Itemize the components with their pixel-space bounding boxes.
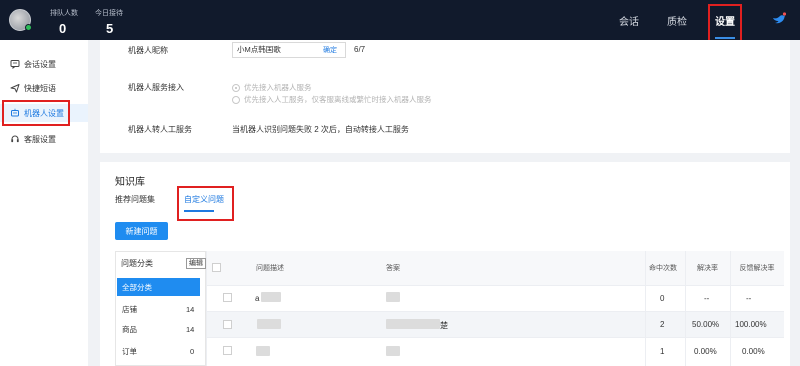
- today-stat: 今日接待 5: [95, 8, 123, 36]
- nav-quality[interactable]: 质检: [667, 0, 687, 40]
- nickname-label: 机器人昵称: [128, 46, 168, 55]
- nav-chat[interactable]: 会话: [619, 0, 639, 40]
- cell-resolve-rate: 50.00%: [692, 320, 720, 329]
- divider: [206, 311, 784, 312]
- cell-feedback-rate: --: [746, 294, 752, 303]
- redacted-text: [386, 319, 440, 329]
- redacted-text: [256, 346, 270, 356]
- divider: [645, 251, 646, 366]
- cell-feedback-rate: 100.00%: [735, 320, 767, 329]
- column-header-description: 问题描述: [256, 264, 284, 272]
- cell-hits: 0: [660, 294, 665, 303]
- nickname-confirm-button[interactable]: 确定: [323, 45, 337, 55]
- queue-stat: 排队人数 0: [50, 8, 78, 36]
- category-item-all[interactable]: 全部分类: [117, 278, 200, 296]
- sidebar-item-label: 会话设置: [24, 59, 56, 69]
- cell-answer: 楚: [440, 321, 448, 330]
- queue-label: 排队人数: [50, 10, 78, 17]
- top-bar: 排队人数 0 今日接待 5 会话 质检 设置: [0, 0, 800, 40]
- sidebar-item-label: 客服设置: [24, 134, 56, 144]
- redacted-text: [261, 292, 281, 302]
- transfer-text: 当机器人识别问题失败 2 次后，自动转接人工服务: [232, 125, 409, 134]
- bird-icon[interactable]: [772, 12, 786, 26]
- redacted-text: [257, 319, 281, 329]
- today-label: 今日接待: [95, 10, 123, 17]
- robot-settings-card: [100, 40, 790, 153]
- sidebar: 会话设置 快捷短语 机器人设置 客服设置: [0, 40, 88, 366]
- category-edit-button[interactable]: 编辑: [186, 258, 206, 269]
- access-option-label: 优先接入人工服务，仅客服离线或繁忙时接入机器人服务: [244, 95, 432, 104]
- chat-settings-icon: [10, 59, 20, 69]
- divider: [206, 337, 784, 338]
- access-label: 机器人服务接入: [128, 83, 184, 92]
- category-header: 问题分类: [121, 259, 153, 268]
- radio-button[interactable]: [232, 95, 240, 104]
- column-header-answer: 答案: [386, 264, 400, 272]
- send-icon: [10, 83, 20, 93]
- divider: [685, 251, 686, 366]
- radio-button[interactable]: [232, 83, 240, 92]
- cell-feedback-rate: 0.00%: [742, 347, 765, 356]
- highlight-box-custom-tab: [177, 186, 234, 221]
- cell-description: a: [255, 294, 260, 303]
- column-header-resolve-rate[interactable]: 解决率: [697, 251, 718, 285]
- row-checkbox[interactable]: [223, 320, 232, 329]
- sidebar-item-quick-phrases[interactable]: 快捷短语: [0, 79, 88, 97]
- divider: [730, 251, 731, 366]
- queue-value: 0: [59, 21, 67, 36]
- category-count: 14: [186, 325, 195, 334]
- category-count: 14: [186, 305, 195, 314]
- tab-recommended[interactable]: 推荐问题集: [115, 194, 155, 205]
- cell-hits: 2: [660, 320, 665, 329]
- kb-title: 知识库: [115, 177, 145, 188]
- redacted-text: [386, 346, 400, 356]
- cell-hits: 1: [660, 347, 665, 356]
- column-header-feedback-rate[interactable]: 反馈解决率: [735, 251, 779, 285]
- divider: [206, 251, 207, 366]
- divider: [206, 285, 784, 286]
- transfer-label: 机器人转人工服务: [128, 125, 192, 134]
- cell-resolve-rate: 0.00%: [694, 347, 717, 356]
- headset-icon: [10, 134, 20, 144]
- sidebar-item-label: 快捷短语: [24, 83, 56, 93]
- row-checkbox[interactable]: [223, 293, 232, 302]
- select-all-checkbox[interactable]: [212, 263, 221, 272]
- access-option-robot-first[interactable]: 优先接入机器人服务: [232, 82, 312, 93]
- sidebar-item-chat-settings[interactable]: 会话设置: [0, 55, 88, 73]
- sidebar-item-agent-settings[interactable]: 客服设置: [0, 130, 88, 148]
- highlight-box-robot-settings: [2, 100, 70, 126]
- redacted-text: [386, 292, 400, 302]
- nickname-char-count: 6/7: [354, 45, 366, 54]
- access-option-human-first[interactable]: 优先接入人工服务，仅客服离线或繁忙时接入机器人服务: [232, 94, 432, 105]
- cell-resolve-rate: --: [704, 294, 710, 303]
- category-item-order[interactable]: 订单: [117, 342, 200, 360]
- online-status-dot: [25, 24, 32, 31]
- today-value: 5: [106, 21, 114, 36]
- category-count: 0: [190, 347, 195, 356]
- new-question-button[interactable]: 新建问题: [115, 222, 168, 240]
- row-checkbox[interactable]: [223, 346, 232, 355]
- access-option-label: 优先接入机器人服务: [244, 83, 312, 92]
- column-header-hits[interactable]: 命中次数: [649, 251, 677, 285]
